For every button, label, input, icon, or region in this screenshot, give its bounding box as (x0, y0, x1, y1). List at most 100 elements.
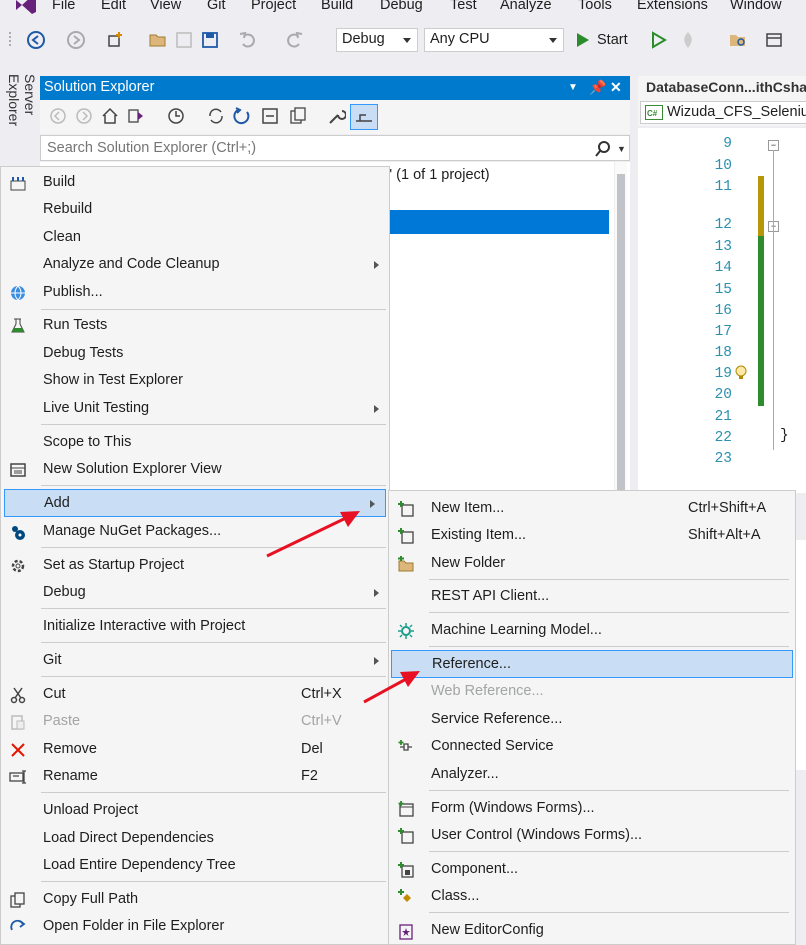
new-project-icon[interactable] (106, 30, 126, 50)
menu-item-clean[interactable]: Clean (1, 224, 389, 251)
submenu-item-class[interactable]: Class... (389, 883, 795, 910)
forward-icon[interactable] (74, 106, 94, 126)
menu-item-analyze-cleanup[interactable]: Analyze and Code Cleanup (1, 251, 389, 278)
close-icon[interactable]: ✕ (610, 79, 622, 96)
menu-item-load-direct-dependencies[interactable]: Load Direct Dependencies (1, 825, 389, 852)
menu-build[interactable]: Build (321, 0, 353, 13)
menu-edit[interactable]: Edit (101, 0, 126, 13)
submenu-item-component[interactable]: Component... (389, 856, 795, 883)
menu-item-initialize-interactive[interactable]: Initialize Interactive with Project (1, 613, 389, 640)
start-play-icon[interactable] (572, 30, 592, 50)
selected-project-row[interactable] (388, 210, 609, 234)
submenu-item-new-folder[interactable]: New Folder (389, 550, 795, 577)
menu-item-cut[interactable]: Cut Ctrl+X (1, 681, 389, 708)
menu-item-run-tests[interactable]: Run Tests (1, 312, 389, 339)
switch-views-icon[interactable] (126, 106, 146, 126)
menu-item-remove[interactable]: Remove Del (1, 736, 389, 763)
home-icon[interactable] (100, 106, 120, 126)
menu-item-publish[interactable]: Publish... (1, 279, 389, 306)
submenu-item-service-reference[interactable]: Service Reference... (389, 706, 795, 733)
submenu-arrow-icon (374, 405, 379, 413)
window-position-dropdown-icon[interactable]: ▼ (568, 82, 578, 93)
menu-extensions[interactable]: Extensions (637, 0, 708, 13)
properties-wrench-icon[interactable] (326, 106, 346, 126)
back-icon[interactable] (48, 106, 68, 126)
server-explorer-tab[interactable]: Server Explorer (6, 70, 38, 170)
window-layout-icon[interactable] (764, 30, 784, 50)
menu-item-debug[interactable]: Debug (1, 579, 389, 606)
lightbulb-icon[interactable] (734, 364, 748, 382)
submenu-item-new-editorconfig[interactable]: New EditorConfig (389, 917, 795, 944)
back-icon[interactable] (26, 30, 46, 50)
open-folder-icon[interactable] (148, 30, 168, 50)
collapse-all-icon[interactable] (260, 106, 280, 126)
search-icon[interactable] (594, 140, 612, 158)
save-icon[interactable] (174, 30, 194, 50)
menu-window[interactable]: Window (730, 0, 782, 13)
menu-debug[interactable]: Debug (380, 0, 423, 13)
forward-icon[interactable] (66, 30, 86, 50)
submenu-item-reference[interactable]: Reference... (391, 650, 793, 678)
menu-test[interactable]: Test (450, 0, 477, 13)
undo-icon[interactable] (238, 30, 258, 50)
menu-item-live-unit-testing[interactable]: Live Unit Testing (1, 395, 389, 422)
menu-view[interactable]: View (150, 0, 181, 13)
menu-git[interactable]: Git (207, 0, 226, 13)
menu-item-copy-full-path[interactable]: Copy Full Path (1, 886, 389, 913)
menu-analyze[interactable]: Analyze (500, 0, 552, 13)
project-nav-dropdown[interactable]: C# Wizuda_CFS_Selenium (640, 101, 806, 124)
menu-item-scope-to-this[interactable]: Scope to This (1, 429, 389, 456)
submenu-item-new-item[interactable]: New Item... Ctrl+Shift+A (389, 495, 795, 522)
platform-dropdown[interactable]: Any CPU (424, 28, 564, 52)
submenu-item-user-control[interactable]: User Control (Windows Forms)... (389, 822, 795, 849)
menu-item-label: Rebuild (43, 201, 93, 217)
menu-item-show-test-explorer[interactable]: Show in Test Explorer (1, 367, 389, 394)
menu-tools[interactable]: Tools (578, 0, 612, 13)
editor-document-tab[interactable]: DatabaseConn...ithCsha (638, 76, 806, 100)
hot-reload-icon[interactable] (678, 30, 698, 50)
sync-icon[interactable] (206, 106, 226, 126)
menu-item-load-entire-dependency-tree[interactable]: Load Entire Dependency Tree (1, 852, 389, 879)
menu-project[interactable]: Project (251, 0, 296, 13)
menu-item-rebuild[interactable]: Rebuild (1, 196, 389, 223)
solution-explorer-titlebar: Solution Explorer ▼ 📌 ✕ (40, 76, 630, 100)
menu-item-open-folder[interactable]: Open Folder in File Explorer (1, 913, 389, 940)
submenu-item-form[interactable]: Form (Windows Forms)... (389, 795, 795, 822)
menu-file[interactable]: File (52, 0, 75, 13)
configuration-dropdown[interactable]: Debug (336, 28, 418, 52)
save-all-icon[interactable] (200, 30, 220, 50)
menu-item-debug-tests[interactable]: Debug Tests (1, 340, 389, 367)
editorconfig-icon (399, 924, 413, 940)
submenu-item-connected-service[interactable]: Connected Service (389, 733, 795, 760)
code-editor[interactable]: 9 10 11 12 13 14 15 16 17 18 19 20 21 22… (638, 128, 806, 493)
menu-item-new-solution-explorer-view[interactable]: New Solution Explorer View (1, 456, 389, 483)
submenu-item-analyzer[interactable]: Analyzer... (389, 761, 795, 788)
submenu-item-existing-item[interactable]: Existing Item... Shift+Alt+A (389, 522, 795, 549)
menu-item-manage-nuget[interactable]: Manage NuGet Packages... (1, 518, 389, 545)
show-all-files-icon[interactable] (288, 106, 308, 126)
menu-item-rename[interactable]: Rename F2 (1, 763, 389, 790)
scrollbar-thumb[interactable] (617, 174, 625, 494)
menu-item-set-startup[interactable]: Set as Startup Project (1, 552, 389, 579)
submenu-item-rest-api-client[interactable]: REST API Client... (389, 583, 795, 610)
start-without-debugging-icon[interactable] (648, 30, 668, 50)
solution-explorer-search[interactable]: ▼ (40, 135, 630, 161)
menu-item-label: Connected Service (431, 738, 554, 754)
redo-icon[interactable] (284, 30, 304, 50)
vertical-scrollbar[interactable] (614, 162, 627, 494)
menu-item-git[interactable]: Git (1, 647, 389, 674)
submenu-item-ml-model[interactable]: Machine Learning Model... (389, 617, 795, 644)
start-button[interactable]: Start (597, 32, 628, 48)
menu-item-label: Debug Tests (43, 345, 124, 361)
menu-item-add[interactable]: Add (4, 489, 386, 517)
menu-item-build[interactable]: Build (1, 169, 389, 196)
menu-item-unload-project[interactable]: Unload Project (1, 797, 389, 824)
search-options-chevron-icon[interactable]: ▼ (617, 144, 626, 154)
preview-selected-items-icon[interactable] (350, 104, 378, 130)
pin-icon[interactable]: 📌 (589, 79, 606, 96)
pending-changes-filter-icon[interactable] (166, 106, 186, 126)
find-in-files-icon[interactable] (728, 30, 748, 50)
run-tests-icon (11, 318, 25, 333)
refresh-icon[interactable] (232, 106, 252, 126)
search-input[interactable] (45, 139, 569, 157)
